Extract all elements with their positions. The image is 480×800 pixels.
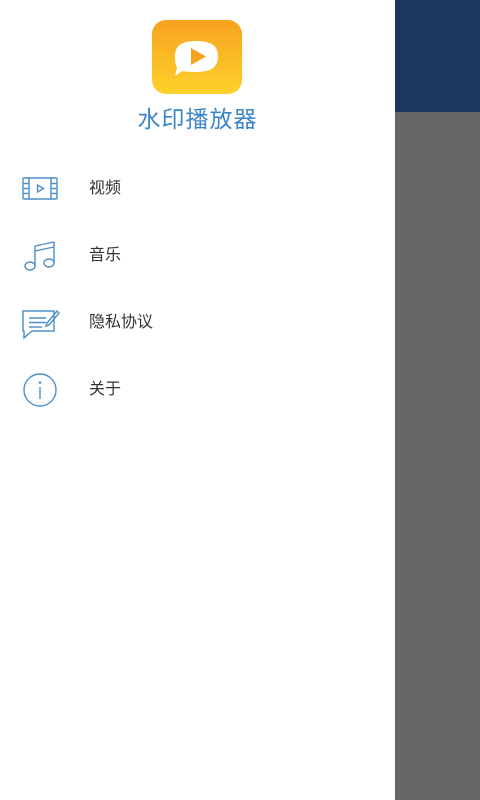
video-icon [20,171,60,207]
app-title: 水印播放器 [137,107,258,133]
app-logo-icon [152,20,242,94]
menu-item-video[interactable]: 视频 [0,155,395,222]
menu-item-privacy-label: 隐私协议 [89,312,154,331]
info-icon [20,372,60,408]
menu-item-music[interactable]: 音乐 [0,222,395,289]
screen: 水印播放器 视频 音乐 隐私协议 关于 [0,0,480,800]
menu-item-privacy[interactable]: 隐私协议 [0,289,395,356]
drawer-menu: 视频 音乐 隐私协议 关于 [0,155,395,423]
navigation-drawer: 水印播放器 视频 音乐 隐私协议 关于 [0,0,395,800]
privacy-icon [20,305,60,341]
menu-item-about-label: 关于 [89,379,122,398]
menu-item-video-label: 视频 [89,178,122,197]
menu-item-music-label: 音乐 [89,245,122,264]
drawer-header: 水印播放器 [0,0,395,150]
menu-item-about[interactable]: 关于 [0,356,395,423]
music-icon [20,238,60,274]
